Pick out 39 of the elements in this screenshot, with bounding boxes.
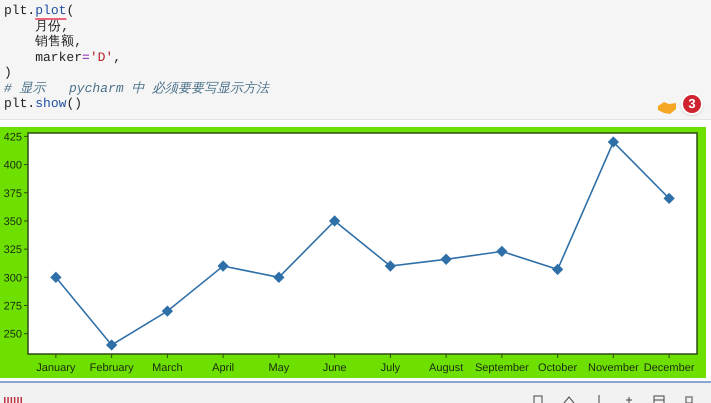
y-tick-label: 325 bbox=[4, 244, 22, 256]
diamond-marker bbox=[217, 260, 229, 272]
x-tick-label: November bbox=[588, 362, 639, 374]
x-tick-label: January bbox=[36, 362, 76, 374]
diamond-marker bbox=[106, 339, 118, 351]
code-text: plt.plot( 月份, 销售额, marker='D', ) # 显示 pycharm 中 必须要要写显示方法 plt.show() bbox=[4, 2, 270, 113]
x-tick-label: September bbox=[474, 362, 529, 374]
diamond-marker bbox=[440, 254, 452, 265]
x-tick-label: February bbox=[90, 362, 134, 374]
y-tick-label: 300 bbox=[4, 272, 22, 284]
x-tick-label: December bbox=[644, 362, 694, 374]
copy-icon[interactable] bbox=[533, 395, 545, 403]
split-icon[interactable] bbox=[653, 395, 665, 403]
add-icon[interactable] bbox=[623, 395, 635, 403]
diamond-marker bbox=[384, 260, 396, 272]
notification-badge[interactable]: 3 bbox=[681, 93, 703, 115]
diamond-marker bbox=[552, 264, 564, 276]
y-tick-label: 250 bbox=[4, 328, 22, 341]
diamond-marker bbox=[273, 272, 285, 283]
x-tick-label: May bbox=[268, 362, 290, 374]
diamond-marker bbox=[328, 215, 340, 227]
x-tick-label: October bbox=[538, 362, 578, 374]
diamond-marker bbox=[608, 136, 620, 148]
drag-handle-icon bbox=[4, 397, 24, 403]
x-tick-label: April bbox=[212, 362, 234, 374]
delete-icon[interactable] bbox=[683, 395, 695, 403]
y-tick-label: 350 bbox=[4, 216, 22, 228]
x-tick-label: August bbox=[429, 362, 464, 374]
diamond-marker bbox=[50, 272, 62, 283]
x-tick-label: June bbox=[322, 362, 347, 374]
y-tick-label: 425 bbox=[4, 131, 22, 144]
diamond-marker bbox=[496, 246, 508, 258]
x-tick-label: March bbox=[152, 362, 183, 374]
x-tick-label: July bbox=[380, 362, 400, 374]
y-tick-label: 400 bbox=[4, 160, 22, 172]
diamond-marker bbox=[663, 192, 675, 204]
diamond-marker bbox=[162, 306, 174, 317]
y-tick-label: 375 bbox=[4, 188, 22, 200]
y-tick-label: 275 bbox=[4, 300, 22, 313]
